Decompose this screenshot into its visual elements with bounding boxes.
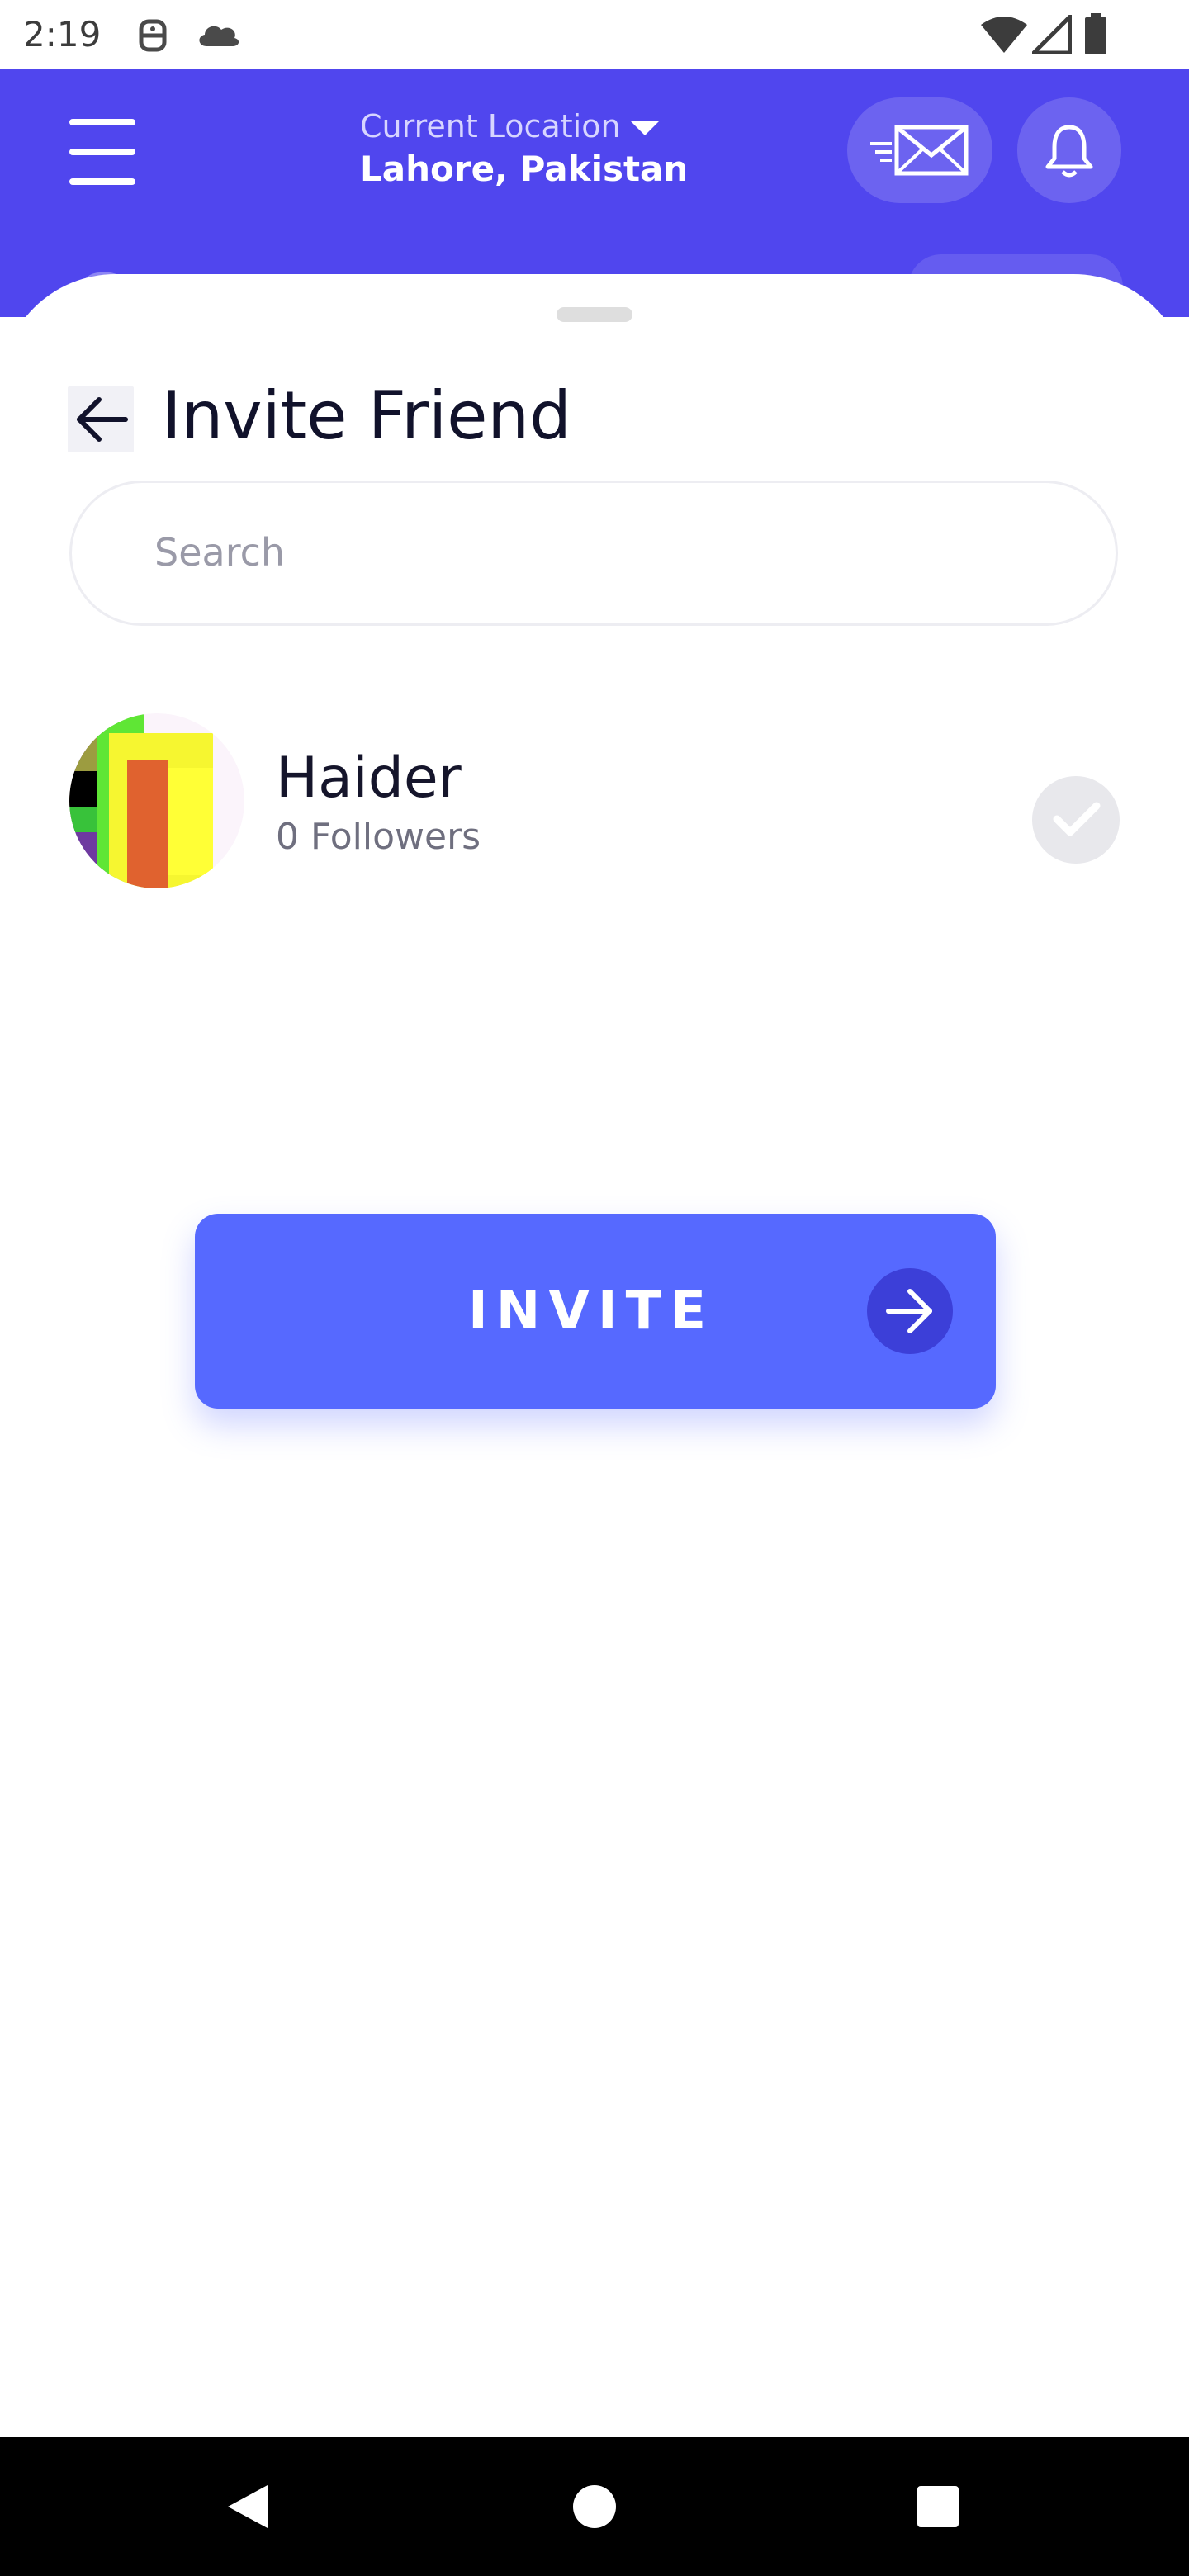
bell-icon [1045,125,1093,178]
location-label: Current Location [360,108,621,144]
invite-button[interactable]: INVITE [195,1214,996,1409]
system-nav-bar [0,2437,1189,2576]
invite-friend-sheet: Invite Friend Haider 0 Followers [0,274,1189,2437]
status-bar: 2:19 [0,0,1189,69]
friend-name: Haider [276,746,462,811]
arrow-right-icon [886,1289,932,1333]
android-debug-icon [139,19,167,52]
caret-down-icon [630,121,659,135]
envelope-icon [870,125,969,176]
location-value: Lahore, Pakistan [360,149,689,189]
notifications-button[interactable] [1017,97,1121,203]
select-friend-checkbox[interactable] [1032,776,1120,864]
recents-square-icon[interactable] [917,2485,959,2528]
cellular-signal-icon [1032,15,1072,54]
page-title: Invite Friend [162,377,571,454]
battery-icon [1085,13,1106,54]
home-circle-icon[interactable] [571,2484,618,2530]
cloud-icon [199,26,239,46]
search-input[interactable] [154,519,1030,585]
back-button[interactable] [68,386,134,452]
status-time: 2:19 [23,14,102,54]
menu-button[interactable] [59,112,145,195]
wifi-icon [981,17,1027,53]
location-selector[interactable]: Current Location Lahore, Pakistan [360,106,723,192]
back-triangle-icon[interactable] [223,2482,272,2531]
invite-arrow-circle [867,1268,953,1354]
search-box[interactable] [69,481,1118,626]
messages-button[interactable] [847,97,992,203]
avatar [69,713,244,888]
friend-followers-count: 0 Followers [276,816,481,858]
checkmark-icon [1053,802,1101,836]
hamburger-menu-icon [69,119,135,125]
arrow-left-icon [77,397,128,442]
friend-list-item[interactable]: Haider 0 Followers [69,713,1120,892]
sheet-drag-handle[interactable] [557,307,632,322]
